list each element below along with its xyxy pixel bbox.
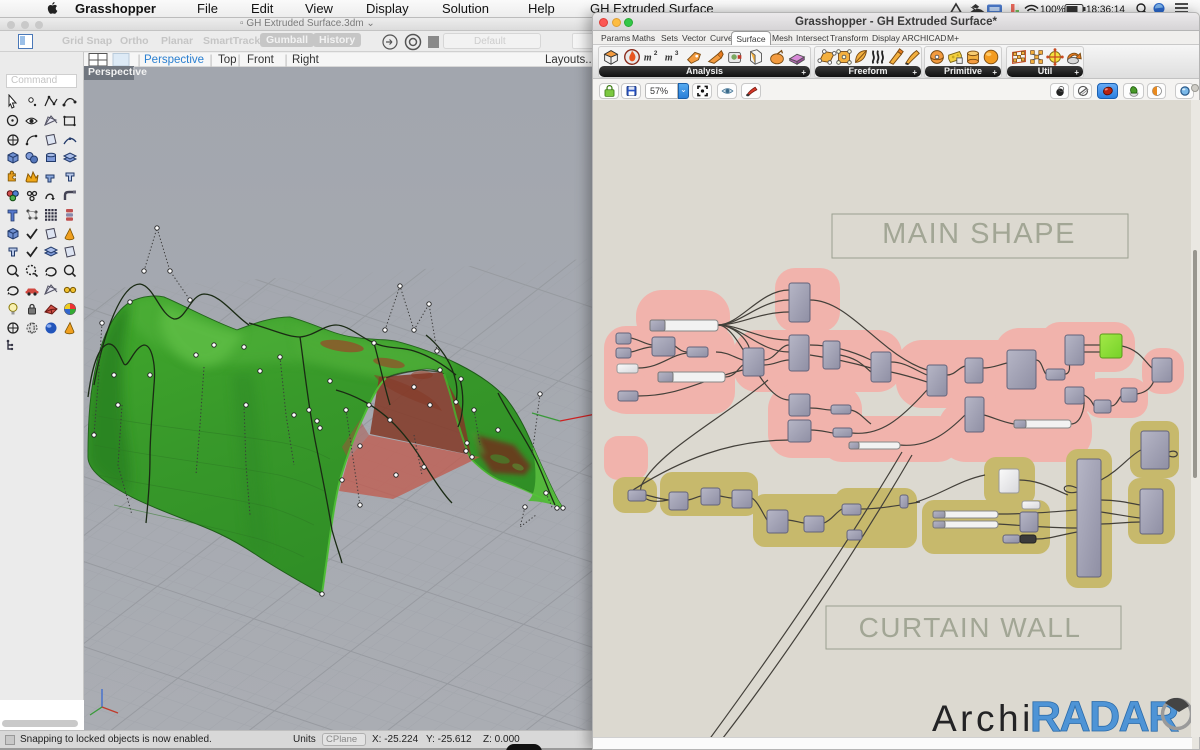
svg-text:MAIN SHAPE: MAIN SHAPE [882, 218, 1076, 250]
svg-text:CURTAIN WALL: CURTAIN WALL [859, 612, 1082, 643]
svg-text:2: 2 [654, 50, 658, 57]
svg-text:RADAR: RADAR [1030, 693, 1179, 737]
svg-text:m: m [665, 53, 673, 64]
svg-text:Archi: Archi [932, 698, 1034, 737]
svg-text:m: m [644, 53, 652, 64]
svg-text:3: 3 [675, 50, 679, 57]
